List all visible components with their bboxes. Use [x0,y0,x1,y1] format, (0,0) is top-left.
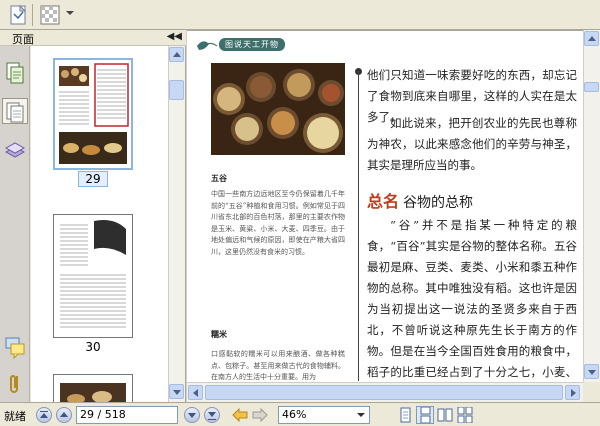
single-page-icon[interactable] [396,406,414,424]
chevron-down-icon[interactable] [354,408,368,422]
toolbar-separator [32,4,33,26]
thumbnail-page-31[interactable] [53,374,133,402]
next-page-icon[interactable] [184,407,200,423]
scroll-down-button[interactable] [169,384,184,399]
scroll-up-button[interactable] [584,31,599,46]
grain-photo [211,63,345,155]
document-horizontal-scrollbar[interactable] [187,382,583,402]
right-paragraph-2: 如此说来，把开创农业的先民也尊称为神农，以此来感念他们的辛劳与神圣，其实是理所应… [367,116,577,172]
scroll-thumb[interactable] [169,80,184,100]
zoom-select[interactable]: 46% [278,406,370,424]
panel-icon-strip [0,46,30,402]
first-page-icon[interactable] [36,407,52,423]
forward-icon[interactable] [252,407,268,423]
thumbnail-label-30: 30 [85,340,101,354]
pages-panel-title: 页面 [12,33,34,46]
toolbar [0,0,600,30]
left-paragraph-wugu: 中国一些南方边远地区至今仍保留着几千年前的“五谷”种植和食用习惯。例如常见于四川… [211,190,345,256]
pages-panel-icon[interactable] [4,60,26,86]
attachments-icon[interactable] [4,371,26,397]
new-doc-icon[interactable] [6,3,30,27]
thumbnail-page-29[interactable] [53,58,133,170]
page-number-field[interactable]: 29 / 518 [76,406,178,424]
scroll-thumb[interactable] [205,385,563,400]
thumbnail-scrollbar[interactable] [168,46,185,402]
facing-icon[interactable] [436,406,454,424]
pattern-icon[interactable] [38,3,62,27]
scroll-left-button[interactable] [188,385,203,400]
column-rule [358,71,359,381]
right-paragraph-3: “谷”并不是指某一种特定的粮食，“百谷”其实是谷物的整体名称。五谷最初是麻、豆类… [367,218,577,379]
last-page-icon[interactable] [204,407,220,423]
chevron-down-icon[interactable] [66,11,74,15]
section-title-text: 谷物的总称 [403,195,474,211]
scroll-down-button[interactable] [584,364,599,379]
thumbnail-page-30[interactable] [53,214,133,338]
continuous-icon[interactable] [416,406,434,424]
page-header: 图说天工开物 [187,31,583,55]
status-bar: 就绪 29 / 518 46% [0,402,600,426]
scrollbar-corner [583,382,600,402]
thumbnail-list: 29 30 [31,46,168,402]
thumbnail-label-29: 29 [53,171,133,187]
document-vertical-scrollbar[interactable] [583,30,600,382]
left-heading-wugu: 五谷 [211,173,227,183]
left-paragraph-nuomi: 口感黏软的糯米可以用来酿酒、做各种糕点、包粽子。甚至用来做古代的食物辅料。在南方… [211,350,345,381]
zoom-value: 46% [282,408,307,421]
pages-panel-header: 页面 ◀◀ [0,30,186,46]
continuous-facing-icon[interactable] [456,406,474,424]
prev-page-icon[interactable] [56,407,72,423]
collapse-panel-icon[interactable]: ◀◀ [167,31,182,42]
comments-panel-icon[interactable] [4,334,26,360]
left-heading-nuomi: 糯米 [211,329,227,339]
bookmark-panel-icon[interactable] [2,98,28,124]
status-text: 就绪 [4,410,26,423]
scroll-up-button[interactable] [169,47,184,62]
section-prefix: 总名 [367,192,400,211]
scroll-right-button[interactable] [565,385,580,400]
scroll-thumb[interactable] [584,82,599,92]
document-view[interactable]: 图说天工开物 五谷 中国一些南方边远地区至今仍保留着几千年前的“五谷”种植和食用… [187,30,583,382]
back-icon[interactable] [232,407,248,423]
layers-panel-icon[interactable] [4,138,26,164]
header-title: 图说天工开物 [219,38,285,51]
section-title: 总名 谷物的总称 [367,188,473,212]
pages-panel: 页面 ◀◀ 29 30 [0,30,186,402]
